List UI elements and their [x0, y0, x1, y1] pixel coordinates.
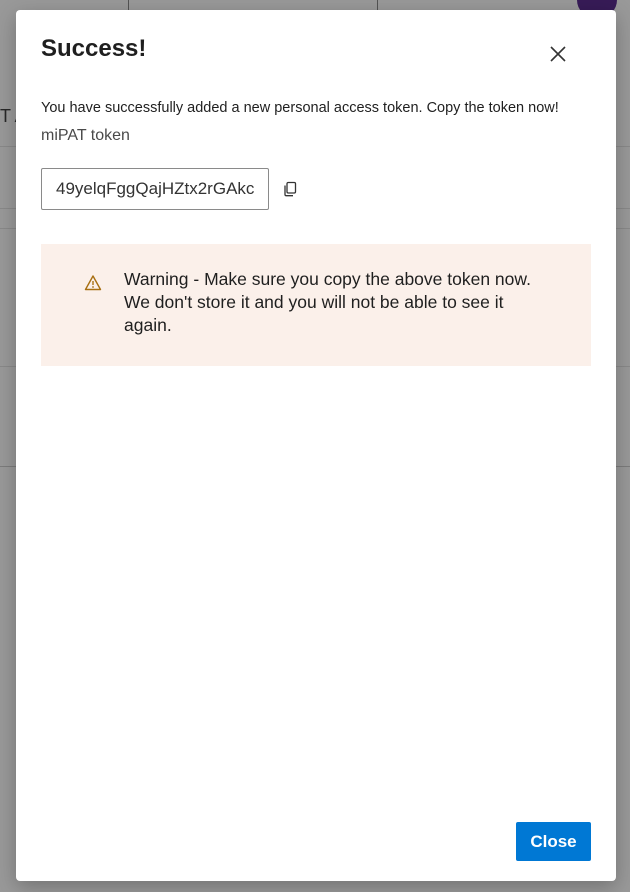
close-button[interactable]: Close — [516, 822, 591, 861]
success-message: You have successfully added a new person… — [41, 100, 559, 116]
warning-message-bar: Warning - Make sure you copy the above t… — [41, 244, 591, 366]
token-name: miPAT token — [41, 127, 130, 144]
copy-token-button[interactable] — [279, 178, 301, 200]
close-icon — [550, 46, 566, 62]
close-dialog-button[interactable] — [544, 40, 572, 68]
token-value-field[interactable] — [41, 168, 269, 210]
dialog-title: Success! — [41, 35, 147, 62]
copy-icon — [284, 181, 297, 197]
warning-text: Warning - Make sure you copy the above t… — [124, 269, 531, 335]
warning-icon — [84, 275, 102, 291]
success-dialog: Success! You have successfully added a n… — [16, 10, 616, 881]
